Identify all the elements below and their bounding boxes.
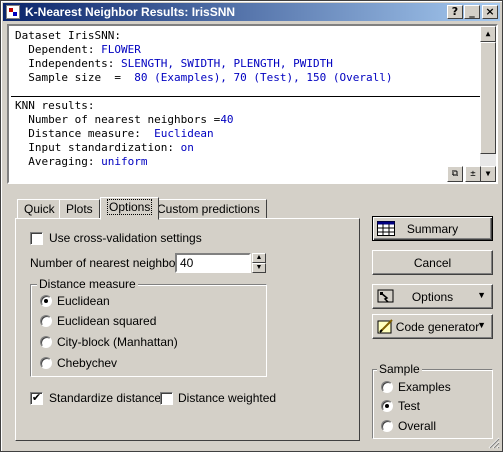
results-dialog: K-Nearest Neighbor Results: IrisSNN ? _ …	[0, 0, 503, 452]
radio-test-label[interactable]: Test	[398, 399, 420, 413]
code-generator-label: Code generator	[395, 320, 480, 334]
chevron-down-icon: ▼	[477, 320, 486, 330]
options-button[interactable]: Options ▼	[372, 284, 493, 309]
neighbors-label: Number of nearest neighbors:	[30, 256, 189, 270]
standardize-label[interactable]: Standardize distances	[49, 391, 167, 405]
output-dataset-line: Dataset IrisSNN:	[15, 29, 121, 42]
tab-plots[interactable]: Plots	[59, 199, 100, 219]
results-output-pane[interactable]: Dataset IrisSNN: Dependent: FLOWER Indep…	[7, 24, 498, 184]
tab-custom-predictions[interactable]: Custom predictions	[150, 199, 267, 219]
output-independents-line: Independents: SLENGTH, SWIDTH, PLENGTH, …	[15, 57, 333, 70]
minimize-button[interactable]: _	[464, 5, 480, 19]
radio-euclidean-label[interactable]: Euclidean	[57, 294, 110, 308]
copy-icon[interactable]: ⧉	[447, 166, 463, 182]
scroll-up-button[interactable]: ▲	[480, 26, 496, 42]
radio-overall-label[interactable]: Overall	[398, 419, 436, 433]
summary-button[interactable]: Summary	[372, 216, 493, 241]
scroll-down-button[interactable]: ▼	[480, 166, 496, 182]
cancel-button[interactable]: Cancel	[372, 250, 493, 275]
distance-measure-title: Distance measure	[37, 277, 138, 291]
neighbors-input[interactable]: 40	[175, 253, 251, 273]
radio-euclidean-squared[interactable]	[40, 315, 52, 327]
distance-weighted-checkbox[interactable]	[160, 392, 173, 405]
output-divider	[11, 96, 480, 97]
expand-icon[interactable]: ±	[465, 166, 481, 182]
title-bar[interactable]: K-Nearest Neighbor Results: IrisSNN ? _ …	[3, 3, 500, 21]
distance-weighted-label[interactable]: Distance weighted	[178, 391, 276, 405]
options-label: Options	[411, 290, 454, 304]
tab-quick[interactable]: Quick	[17, 199, 62, 219]
vertical-scrollbar[interactable]: ▲ ▼	[480, 26, 496, 182]
app-icon[interactable]	[6, 5, 20, 19]
radio-overall[interactable]	[381, 420, 393, 432]
radio-euclidean[interactable]	[40, 295, 52, 307]
radio-examples[interactable]	[381, 381, 393, 393]
chevron-down-icon: ▼	[477, 290, 486, 300]
neighbors-spinner[interactable]: ▲ ▼	[252, 253, 266, 273]
cancel-label: Cancel	[413, 256, 452, 270]
output-knn-header: KNN results:	[15, 99, 95, 112]
output-neighbors-line: Number of nearest neighbors =40	[15, 113, 234, 126]
resize-grip-icon[interactable]	[488, 437, 500, 449]
radio-test[interactable]	[381, 400, 393, 412]
radio-city-block[interactable]	[40, 336, 52, 348]
window-title: K-Nearest Neighbor Results: IrisSNN	[25, 5, 236, 19]
output-sample-line: Sample size = 80 (Examples), 70 (Test), …	[15, 71, 393, 84]
tab-options[interactable]: Options	[100, 197, 160, 220]
summary-label: Summary	[406, 222, 459, 236]
options-panel: Use cross-validation settings Number of …	[15, 218, 360, 441]
cross-validation-label[interactable]: Use cross-validation settings	[49, 231, 202, 245]
radio-examples-label[interactable]: Examples	[398, 380, 451, 394]
radio-city-block-label[interactable]: City-block (Manhattan)	[57, 335, 178, 349]
code-generator-button[interactable]: Code generator ▼	[372, 314, 493, 339]
output-distance-line: Distance measure: Euclidean	[15, 127, 214, 140]
output-averaging-line: Averaging: uniform	[15, 155, 148, 168]
cross-validation-checkbox[interactable]	[30, 232, 43, 245]
radio-chebychev-label[interactable]: Chebychev	[57, 356, 117, 370]
radio-euclidean-squared-label[interactable]: Euclidean squared	[57, 314, 156, 328]
help-button[interactable]: ?	[447, 5, 463, 19]
scroll-thumb[interactable]	[480, 42, 496, 154]
close-button[interactable]: ×	[482, 5, 498, 19]
spin-down-icon[interactable]: ▼	[252, 263, 266, 273]
spin-up-icon[interactable]: ▲	[252, 253, 266, 263]
output-standardization-line: Input standardization: on	[15, 141, 194, 154]
standardize-checkbox[interactable]: ✔	[30, 392, 43, 405]
radio-chebychev[interactable]	[40, 357, 52, 369]
output-dependent-line: Dependent: FLOWER	[15, 43, 141, 56]
sample-title: Sample	[377, 362, 422, 376]
